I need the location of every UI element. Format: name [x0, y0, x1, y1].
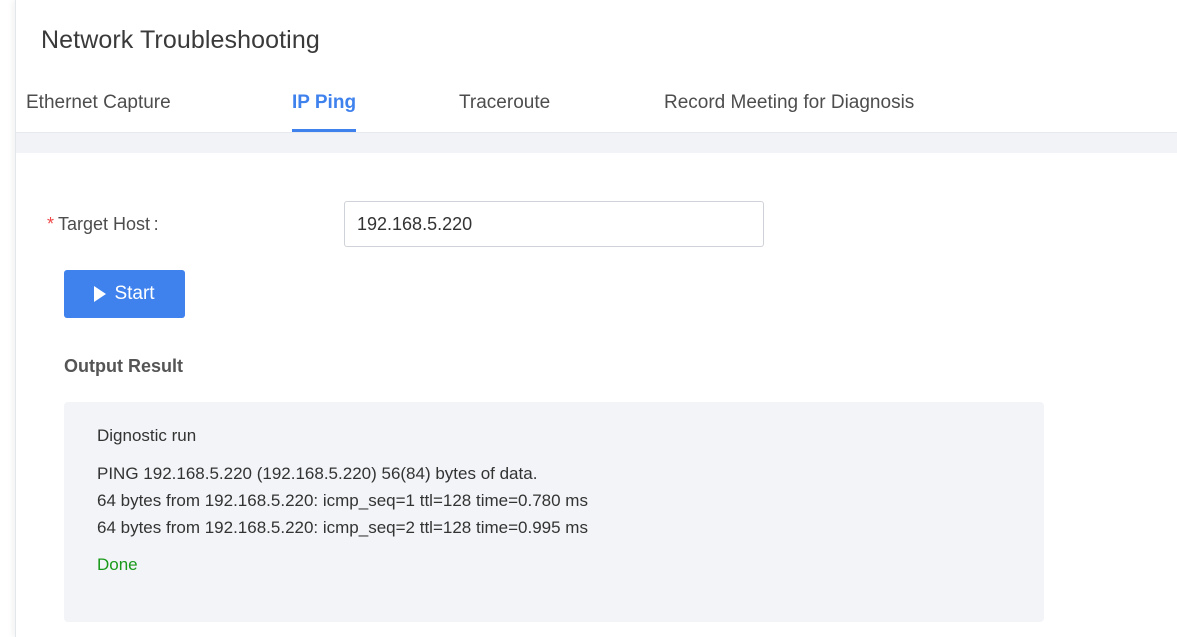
required-marker: * — [47, 214, 55, 234]
output-line: 64 bytes from 192.168.5.220: icmp_seq=1 … — [97, 491, 588, 510]
output-line: PING 192.168.5.220 (192.168.5.220) 56(84… — [97, 464, 538, 483]
target-host-label: * Target Host : — [47, 214, 159, 235]
output-result-box: Dignostic run PING 192.168.5.220 (192.16… — [64, 402, 1044, 622]
tab-bar: Ethernet Capture IP Ping Traceroute Reco… — [16, 92, 1177, 132]
play-icon — [94, 286, 107, 302]
start-button[interactable]: Start — [64, 270, 185, 318]
output-status: Done — [97, 555, 138, 574]
tab-record-meeting-for-diagnosis[interactable]: Record Meeting for Diagnosis — [664, 92, 914, 132]
start-button-label: Start — [114, 283, 155, 304]
tab-ip-ping[interactable]: IP Ping — [292, 92, 357, 132]
ip-ping-form: *Target Host : Start Output Result Digno… — [16, 153, 1177, 637]
network-troubleshooting-panel: Network Troubleshooting Ethernet Capture… — [15, 0, 1177, 637]
content-separator — [16, 133, 1177, 153]
tab-ethernet-capture[interactable]: Ethernet Capture — [26, 92, 171, 132]
target-host-input[interactable] — [344, 201, 764, 247]
tab-traceroute[interactable]: Traceroute — [459, 92, 550, 132]
page-header: Network Troubleshooting Ethernet Capture… — [16, 0, 1177, 133]
target-host-label-text: Target Host : — [58, 214, 159, 234]
output-heading: Dignostic run — [97, 426, 197, 445]
output-lines: PING 192.168.5.220 (192.168.5.220) 56(84… — [97, 460, 1011, 541]
output-line: 64 bytes from 192.168.5.220: icmp_seq=2 … — [97, 518, 588, 537]
page-title: Network Troubleshooting — [41, 26, 320, 54]
output-result-label: Output Result — [64, 356, 183, 376]
